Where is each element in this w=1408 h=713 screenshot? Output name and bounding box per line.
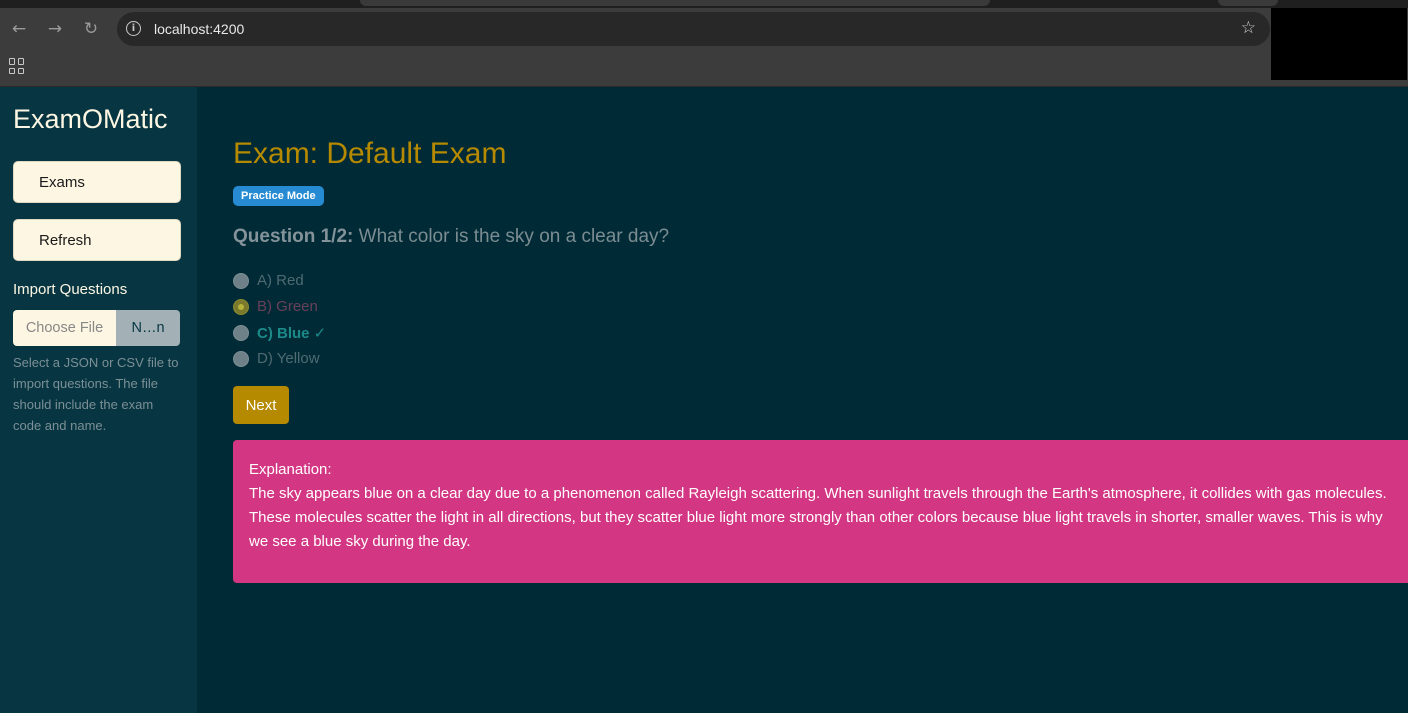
sidebar: ExamOMatic Exams Refresh Import Question… <box>0 87 197 713</box>
apps-grid-icon[interactable] <box>9 58 25 74</box>
back-icon[interactable]: ← <box>8 18 30 40</box>
question-text: What color is the sky on a clear day? <box>358 226 670 247</box>
option-d-label: D) Yellow <box>257 350 320 367</box>
option-c-label: C) Blue ✓ <box>257 325 327 342</box>
option-d[interactable]: D) Yellow <box>233 350 320 367</box>
import-help-text: Select a JSON or CSV file to import ques… <box>13 355 179 433</box>
star-icon[interactable]: ☆ <box>1241 18 1256 38</box>
tab-edge <box>360 0 990 6</box>
option-a-radio[interactable] <box>233 272 249 289</box>
option-b-radio[interactable] <box>233 298 249 315</box>
page-title: Exam: Default Exam <box>233 137 507 170</box>
option-d-radio[interactable] <box>233 350 249 367</box>
explanation-text: The sky appears blue on a clear day due … <box>249 485 1387 550</box>
option-b[interactable]: B) Green <box>233 298 318 315</box>
question: Question 1/2: What color is the sky on a… <box>233 226 669 248</box>
option-c-radio[interactable] <box>233 325 249 341</box>
file-input[interactable]: Choose File N…n <box>13 310 180 346</box>
exams-button[interactable]: Exams <box>13 161 181 203</box>
url-text[interactable]: localhost:4200 <box>154 21 244 37</box>
option-a[interactable]: A) Red <box>233 272 304 289</box>
next-button[interactable]: Next <box>233 386 289 424</box>
forward-icon[interactable]: → <box>44 18 66 40</box>
option-c[interactable]: C) Blue ✓ <box>233 324 326 342</box>
option-b-label: B) Green <box>257 298 318 315</box>
refresh-button[interactable]: Refresh <box>13 219 181 261</box>
question-number: Question 1/2: <box>233 226 354 247</box>
mode-badge: Practice Mode <box>233 186 324 206</box>
explanation-box: Explanation: The sky appears blue on a c… <box>233 440 1408 583</box>
address-bar[interactable]: i localhost:4200 ☆ <box>117 12 1270 46</box>
browser-toolbar: ← → ↻ i localhost:4200 ☆ <box>0 8 1408 50</box>
bookmarks-bar <box>0 50 1408 87</box>
file-name: N…n <box>116 310 180 346</box>
tab-edge <box>1218 0 1278 6</box>
app-title: ExamOMatic <box>13 104 168 134</box>
tab-strip <box>0 0 1408 8</box>
info-icon[interactable]: i <box>126 21 141 36</box>
reload-icon[interactable]: ↻ <box>80 18 102 40</box>
profile-area <box>1271 8 1407 80</box>
main-content: Exam: Default Exam Practice Mode Questio… <box>197 87 1408 713</box>
option-a-label: A) Red <box>257 272 304 289</box>
explanation-title: Explanation: <box>249 461 332 478</box>
import-questions-label: Import Questions <box>13 281 128 298</box>
choose-file-button[interactable]: Choose File <box>13 310 116 346</box>
